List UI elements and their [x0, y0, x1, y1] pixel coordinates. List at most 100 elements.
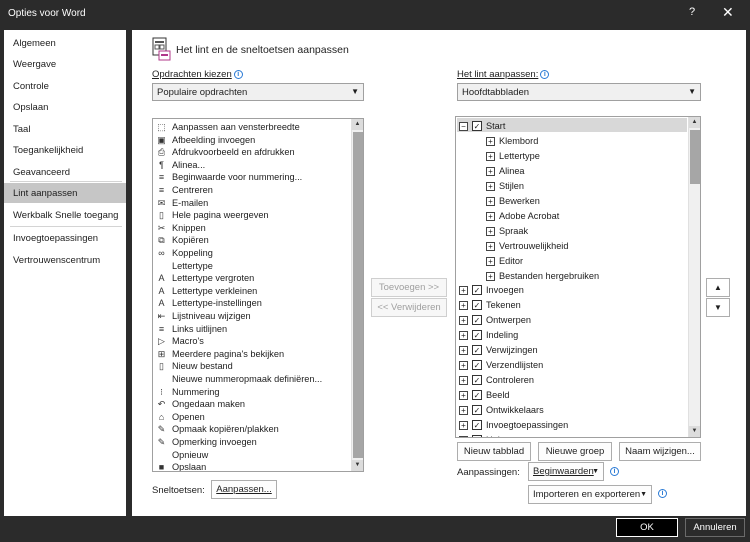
ribbon-tree[interactable]: − ✓ Start + Klembord + Lettertype + Alinea + Stijl… — [455, 116, 701, 438]
expand-icon[interactable]: + — [486, 271, 495, 281]
nav-item-werkbalk-snelle-toegang[interactable]: Werkbalk Snelle toegang — [4, 205, 126, 225]
ribbon-tree-item[interactable]: + Bestanden hergebruiken — [456, 269, 686, 284]
command-item[interactable]: ¶ Alinea... — [155, 159, 349, 172]
scroll-down-icon[interactable]: ▼ — [689, 426, 700, 437]
new-tab-button[interactable]: Nieuw tabblad — [457, 442, 531, 461]
ribbon-tree-item[interactable]: + ✓ Verzendlijsten — [456, 358, 686, 373]
ok-button[interactable]: OK — [616, 518, 678, 537]
nav-item-vertrouwenscentrum[interactable]: Vertrouwenscentrum — [4, 250, 126, 270]
ribbon-scrollbar[interactable]: ▲ ▼ — [688, 117, 700, 437]
commands-dropdown[interactable]: Populaire opdrachten ▼ — [152, 83, 364, 101]
command-item[interactable]: Opnieuw — [155, 449, 349, 462]
checkbox[interactable]: ✓ — [472, 420, 482, 430]
checkbox[interactable]: ✓ — [472, 390, 482, 401]
command-item[interactable]: ↶ Ongedaan maken — [155, 398, 349, 411]
scroll-thumb[interactable] — [353, 132, 363, 458]
expand-icon[interactable]: + — [459, 316, 468, 326]
checkbox[interactable]: ✓ — [472, 375, 482, 386]
add-button[interactable]: Toevoegen >> — [371, 278, 447, 297]
ribbon-tree-item[interactable]: + ✓ Controleren — [456, 373, 686, 388]
expand-icon[interactable]: + — [486, 256, 495, 266]
expand-icon[interactable]: + — [486, 166, 495, 176]
command-item[interactable]: ▯ Nieuw bestand — [155, 360, 349, 373]
nav-item-invoegtoepassingen[interactable]: Invoegtoepassingen — [4, 228, 126, 248]
checkbox[interactable]: ✓ — [472, 360, 482, 371]
expand-icon[interactable]: + — [459, 361, 468, 371]
command-item[interactable]: ⧉ Kopiëren — [155, 234, 349, 247]
checkbox[interactable]: ✓ — [472, 330, 482, 341]
checkbox[interactable]: ✓ — [472, 405, 482, 416]
command-item[interactable]: ✎ Opmerking invoegen — [155, 436, 349, 449]
command-item[interactable]: ≡ Links uitlijnen — [155, 323, 349, 336]
ribbon-tree-item[interactable]: + Alinea — [456, 164, 686, 179]
command-item[interactable]: ✂ Knippen — [155, 222, 349, 235]
shortcuts-customize-button[interactable]: Aanpassen... — [211, 480, 277, 499]
ribbon-tree-item[interactable]: + ✓ Help — [456, 433, 686, 437]
nav-item-toegankelijkheid[interactable]: Toegankelijkheid — [4, 140, 126, 160]
ribbon-tree-item[interactable]: + Adobe Acrobat — [456, 209, 686, 224]
command-item[interactable]: ▯ Hele pagina weergeven — [155, 209, 349, 222]
expand-icon[interactable]: + — [459, 301, 468, 311]
cancel-button[interactable]: Annuleren — [685, 518, 745, 537]
command-item[interactable]: ✉ E-mailen — [155, 197, 349, 210]
expand-icon[interactable]: + — [486, 211, 495, 221]
nav-item-opslaan[interactable]: Opslaan — [4, 97, 126, 117]
command-item[interactable]: ⊞ Meerdere pagina's bekijken — [155, 348, 349, 361]
expand-icon[interactable]: + — [459, 346, 468, 356]
expand-icon[interactable]: + — [486, 181, 495, 191]
commands-scrollbar[interactable]: ▲ ▼ — [351, 119, 363, 471]
ribbon-tree-item[interactable]: + Stijlen — [456, 179, 686, 194]
nav-item-lint-aanpassen[interactable]: Lint aanpassen — [4, 183, 126, 203]
expand-icon[interactable]: + — [459, 421, 468, 430]
scroll-thumb[interactable] — [690, 130, 700, 184]
ribbon-tree-item[interactable]: − ✓ Start — [456, 119, 686, 134]
expand-icon[interactable]: + — [459, 331, 468, 341]
command-item[interactable]: ⎙ Afdrukvoorbeeld en afdrukken — [155, 146, 349, 159]
expand-icon[interactable]: + — [486, 151, 495, 161]
move-up-button[interactable]: ▲ — [706, 278, 730, 297]
ribbon-tree-item[interactable]: + ✓ Indeling — [456, 328, 686, 343]
ribbon-tree-item[interactable]: + Bewerken — [456, 194, 686, 209]
move-down-button[interactable]: ▼ — [706, 298, 730, 317]
reset-dropdown-button[interactable]: Beginwaarden ▼ — [528, 462, 604, 481]
ribbon-tree-item[interactable]: + Lettertype — [456, 149, 686, 164]
ribbon-tree-item[interactable]: + ✓ Tekenen — [456, 298, 686, 313]
expand-icon[interactable]: + — [486, 241, 495, 251]
expand-icon[interactable]: + — [486, 226, 495, 236]
ribbon-tree-item[interactable]: + ✓ Verwijzingen — [456, 343, 686, 358]
ribbon-tree-item[interactable]: + Klembord — [456, 134, 686, 149]
command-item[interactable]: A Lettertype-instellingen — [155, 297, 349, 310]
command-item[interactable]: ✎ Opmaak kopiëren/plakken — [155, 423, 349, 436]
ribbon-tree-item[interactable]: + Editor — [456, 254, 686, 269]
nav-item-weergave[interactable]: Weergave — [4, 54, 126, 74]
checkbox[interactable]: ✓ — [472, 345, 482, 356]
command-item[interactable]: A Lettertype vergroten — [155, 272, 349, 285]
ribbon-tree-item[interactable]: + ✓ Invoegen — [456, 283, 686, 298]
command-item[interactable]: ⁝ Nummering — [155, 386, 349, 399]
command-item[interactable]: ▷ Macro's — [155, 335, 349, 348]
ribbon-tree-item[interactable]: + ✓ Ontwikkelaars — [456, 403, 686, 418]
command-item[interactable]: ∞ Koppeling — [155, 247, 349, 260]
info-icon[interactable]: i — [610, 467, 619, 476]
commands-list[interactable]: ⬚ Aanpassen aan vensterbreedte ▣ Afbeelding… — [152, 118, 364, 472]
ribbon-tree-item[interactable]: + ✓ Beeld — [456, 388, 686, 403]
ribbon-tree-item[interactable]: + ✓ Invoegtoepassingen — [456, 418, 686, 433]
checkbox[interactable]: ✓ — [472, 300, 482, 311]
info-icon[interactable]: i — [658, 489, 667, 498]
checkbox[interactable]: ✓ — [472, 121, 482, 131]
checkbox[interactable]: ✓ — [472, 315, 482, 326]
command-item[interactable]: Lettertype — [155, 260, 349, 273]
scroll-down-icon[interactable]: ▼ — [352, 460, 363, 471]
command-item[interactable]: Nieuwe nummeropmaak definiëren... — [155, 373, 349, 386]
command-item[interactable]: ■ Opslaan — [155, 461, 349, 471]
command-item[interactable]: A Lettertype verkleinen — [155, 285, 349, 298]
info-icon[interactable]: i — [540, 69, 550, 79]
expand-icon[interactable]: + — [459, 286, 468, 296]
expand-icon[interactable]: + — [459, 406, 468, 416]
close-icon[interactable]: ✕ — [722, 4, 734, 21]
remove-button[interactable]: << Verwijderen — [371, 298, 447, 317]
expand-icon[interactable]: + — [486, 196, 495, 206]
help-button[interactable]: ? — [689, 6, 695, 18]
expand-icon[interactable]: + — [459, 376, 468, 386]
checkbox[interactable]: ✓ — [472, 434, 482, 437]
